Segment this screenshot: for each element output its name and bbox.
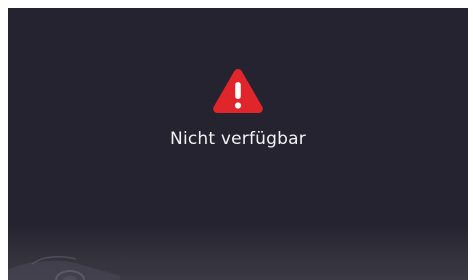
status-text: Nicht verfügbar xyxy=(170,129,306,149)
status-message-block: Nicht verfügbar xyxy=(8,66,468,149)
warning-icon xyxy=(213,69,263,113)
car-silhouette-image xyxy=(8,255,120,280)
unavailable-screen: Nicht verfügbar xyxy=(8,8,468,280)
